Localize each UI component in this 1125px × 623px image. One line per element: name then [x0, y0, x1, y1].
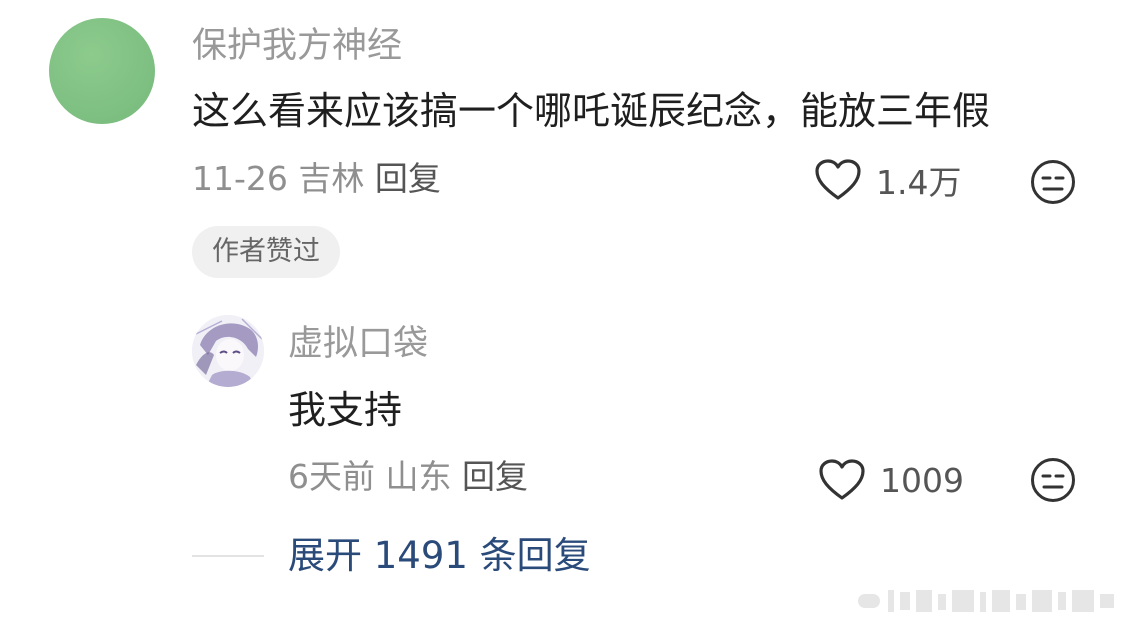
reply-avatar[interactable] [192, 315, 264, 387]
heart-outline-icon [819, 459, 865, 500]
comment-reply-button[interactable]: 回复 [375, 159, 441, 198]
neutral-face-icon [1031, 458, 1075, 502]
avatar[interactable] [49, 18, 155, 124]
reply-username[interactable]: 虚拟口袋 [288, 327, 428, 362]
expand-replies-link[interactable]: 展开 1491 条回复 [288, 537, 591, 574]
reply-like-count: 1009 [880, 461, 964, 500]
author-liked-badge: 作者赞过 [192, 226, 340, 278]
comment-date: 11-26 [192, 159, 288, 198]
divider [192, 555, 264, 557]
reply-emoji-reaction-button[interactable] [1030, 457, 1076, 503]
comment-text[interactable]: 这么看来应该搞一个哪吒诞辰纪念，能放三年假 [192, 92, 990, 130]
neutral-face-icon [1031, 160, 1075, 204]
heart-outline-icon [815, 159, 861, 200]
anime-avatar-image [192, 315, 264, 387]
reply-date: 6天前 [288, 457, 375, 496]
like-button[interactable] [814, 158, 862, 202]
reply-text[interactable]: 我支持 [288, 391, 402, 429]
like-count: 1.4万 [876, 163, 962, 202]
comment-location: 吉林 [298, 159, 365, 198]
emoji-reaction-button[interactable] [1030, 159, 1076, 205]
comment-username[interactable]: 保护我方神经 [192, 29, 402, 64]
reply-reply-button[interactable]: 回复 [462, 457, 528, 496]
watermark [858, 588, 1116, 614]
reply-like-button[interactable] [818, 458, 866, 502]
comment-meta: 11-26 吉林 回复 [192, 162, 441, 195]
reply-meta: 6天前 山东 回复 [288, 460, 528, 493]
reply-location: 山东 [385, 457, 452, 496]
